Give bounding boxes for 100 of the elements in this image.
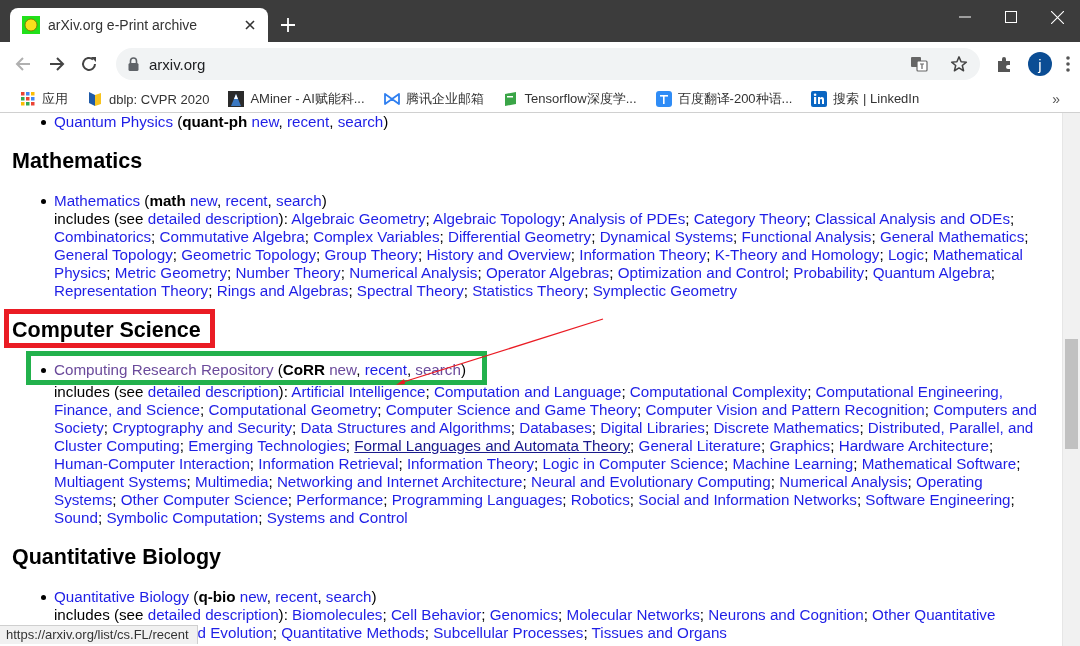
link[interactable]: Quantitative Biology	[54, 588, 190, 605]
flag-icon	[87, 91, 103, 107]
topic-link[interactable]: Databases	[519, 419, 592, 436]
topic-link[interactable]: Group Theory	[324, 246, 418, 263]
topic-link[interactable]: General Topology	[54, 246, 173, 263]
bookmark[interactable]: 应用	[20, 90, 77, 108]
topic-link[interactable]: Hardware Architecture	[838, 437, 989, 454]
star-icon[interactable]	[950, 55, 968, 73]
topic-link[interactable]: Computation and Language	[433, 383, 622, 400]
topic-link[interactable]: Networking and Internet Architecture	[276, 473, 523, 490]
favicon-icon	[22, 16, 40, 34]
profile-avatar[interactable]: j	[1028, 52, 1052, 76]
link[interactable]: new	[251, 113, 279, 130]
topic-link[interactable]: Biomolecules	[292, 606, 383, 623]
topic-link[interactable]: Numerical Analysis	[349, 264, 478, 281]
status-bar: https://arxiv.org/list/cs.FL/recent	[0, 625, 198, 644]
link[interactable]: new	[189, 192, 217, 209]
bookmark[interactable]: 百度翻译-200种语...	[655, 90, 802, 108]
includes-text: d Evolution; Quantitative Methods; Subcellular Processes; Tissues and Organs	[197, 624, 727, 642]
topic-link[interactable]: Operating	[915, 473, 983, 490]
topic-link[interactable]: Multimedia	[195, 473, 269, 490]
topic-link[interactable]: Mathematical	[932, 246, 1023, 263]
topic-link[interactable]: K-Theory and Homology	[714, 246, 880, 263]
topic-link[interactable]: Robotics	[570, 491, 630, 508]
translate-icon[interactable]	[910, 55, 928, 73]
topic-link[interactable]: Information Retrieval	[258, 455, 399, 472]
scrollbar[interactable]	[1062, 113, 1080, 646]
scrollbar-thumb[interactable]	[1065, 339, 1078, 449]
link[interactable]: detailed description	[147, 606, 279, 623]
topic-link[interactable]: Symplectic Geometry	[592, 282, 737, 299]
topic-link[interactable]: General Literature	[638, 437, 761, 454]
topic-link[interactable]: Neurons and Cognition	[708, 606, 864, 623]
address-bar[interactable]: arxiv.org	[116, 48, 980, 80]
topic-link[interactable]: Other Quantitative	[872, 606, 996, 623]
link[interactable]: recent	[364, 361, 407, 378]
lock-icon	[128, 57, 139, 71]
topic-link[interactable]: d Evolution	[197, 624, 273, 641]
topic-link[interactable]: Algebraic Geometry	[291, 210, 426, 227]
topic-link[interactable]: Software Engineering	[865, 491, 1011, 508]
link[interactable]: Mathematics	[54, 192, 141, 209]
topic-link[interactable]: Commutative Algebra	[159, 228, 305, 245]
maximize-icon[interactable]	[1005, 11, 1017, 23]
browser-tab[interactable]: arXiv.org e-Print archive	[10, 8, 268, 42]
topic-link[interactable]: Quantum Algebra	[872, 264, 991, 281]
topic-link[interactable]: Social and Information Networks	[638, 491, 857, 508]
topic-link[interactable]: Discrete Mathematics	[713, 419, 860, 436]
topic-link[interactable]: Tissues and Organs	[591, 624, 727, 641]
bookmark[interactable]: 腾讯企业邮箱	[383, 90, 493, 108]
topic-link[interactable]: Artificial Intelligence	[291, 383, 426, 400]
link[interactable]: recent	[275, 588, 318, 605]
bookmarks-overflow[interactable]: »	[1052, 91, 1070, 107]
topic-link[interactable]: Quantitative Methods	[281, 624, 425, 641]
bookmark[interactable]: Tensorflow深度学...	[502, 90, 646, 108]
topic-link[interactable]: Category Theory	[693, 210, 807, 227]
topic-link[interactable]: Subcellular Processes	[433, 624, 584, 641]
topic-link[interactable]: Digital Libraries	[600, 419, 705, 436]
bookmark[interactable]: dblp: CVPR 2020	[87, 91, 219, 107]
topic-link[interactable]: Multiagent Systems	[54, 473, 187, 490]
topic-link[interactable]: Rings and Algebras	[216, 282, 349, 299]
topic-link[interactable]: Computer Vision and Pattern Recognition	[645, 401, 925, 418]
forward-icon[interactable]	[48, 55, 66, 73]
topic-link[interactable]: Data Structures and Algorithms	[300, 419, 511, 436]
link[interactable]: search	[337, 113, 384, 130]
topic-link[interactable]: Numerical Analysis	[779, 473, 908, 490]
topic-link[interactable]: Sound	[54, 509, 98, 526]
topic-link[interactable]: Human-Computer Interaction	[54, 455, 250, 472]
topic-link[interactable]: Functional Analysis	[741, 228, 872, 245]
link[interactable]: detailed description	[147, 210, 279, 227]
topic-link[interactable]: Society	[54, 419, 104, 436]
close-icon[interactable]	[244, 19, 256, 31]
topic-link[interactable]: Cluster Computing	[54, 437, 180, 454]
topic-link[interactable]: Computers and	[933, 401, 1037, 418]
topic-link[interactable]: History and Overview	[426, 246, 571, 263]
bookmark[interactable]: 搜索 | LinkedIn	[811, 90, 929, 108]
entry-line: Mathematics (math new, recent, search)	[54, 192, 1052, 210]
topic-link[interactable]: Emerging Technologies	[188, 437, 346, 454]
topic-link[interactable]: Spectral Theory	[356, 282, 464, 299]
topic-link[interactable]: Other Computer Science	[120, 491, 288, 508]
topic-link[interactable]: Systems and Control	[266, 509, 408, 526]
topic-link[interactable]: Number Theory	[235, 264, 341, 281]
topic-link[interactable]: Neural and Evolutionary Computing	[531, 473, 771, 490]
topic-link[interactable]: Dynamical Systems	[599, 228, 733, 245]
topic-link[interactable]: Complex Variables	[313, 228, 440, 245]
link[interactable]: recent	[225, 192, 268, 209]
list-bullet	[41, 595, 46, 601]
link[interactable]: Computing Research Repository	[54, 361, 274, 378]
link[interactable]: search	[325, 588, 372, 605]
topic-link[interactable]: Distributed, Parallel, and	[867, 419, 1034, 436]
topic-link[interactable]: Molecular Networks	[566, 606, 700, 623]
menu-icon[interactable]	[1066, 56, 1070, 72]
topic-link[interactable]: Computational Engineering,	[815, 383, 1004, 400]
link[interactable]: search	[276, 192, 322, 209]
link[interactable]: Quantum Physics	[54, 113, 174, 130]
link[interactable]: new	[239, 588, 267, 605]
link[interactable]: detailed description	[147, 383, 279, 400]
topic-link[interactable]: Classical Analysis and ODEs	[815, 210, 1010, 227]
topic-link[interactable]: Optimization and Control	[617, 264, 785, 281]
new-tab-icon[interactable]	[281, 18, 295, 32]
reload-icon[interactable]	[80, 55, 98, 73]
bookmark[interactable]: AMiner - AI赋能科...	[228, 90, 374, 108]
